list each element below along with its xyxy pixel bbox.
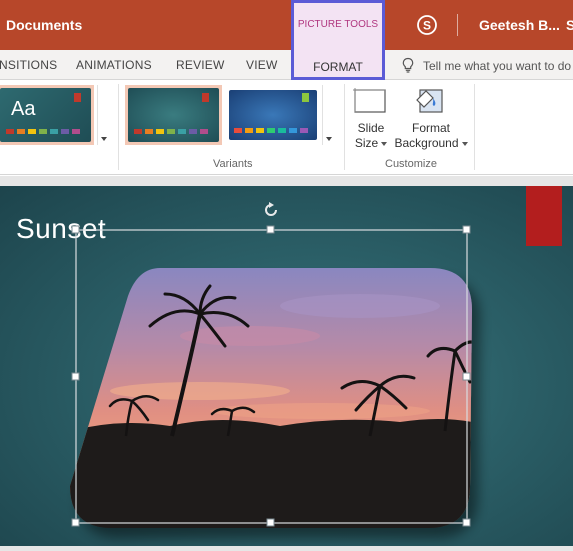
- svg-text:S: S: [423, 19, 431, 33]
- document-title: Documents: [6, 17, 83, 33]
- theme-thumbnail-selected[interactable]: Aa: [0, 85, 94, 145]
- chevron-down-icon: [381, 141, 388, 146]
- chevron-down-icon: [101, 137, 107, 141]
- variant-blue-swatches: [234, 128, 308, 133]
- tab-animations[interactable]: ANIMATIONS: [76, 58, 152, 72]
- ribbon-separator: [344, 84, 345, 170]
- chevron-down-icon: [461, 141, 468, 146]
- theme-color-swatches: [6, 129, 80, 134]
- variants-gallery-more[interactable]: [322, 85, 336, 145]
- slide-canvas[interactable]: Sunset: [0, 186, 573, 546]
- user-name[interactable]: Geetesh B...: [479, 17, 560, 33]
- chevron-down-icon: [326, 137, 332, 141]
- slide-size-button[interactable]: Slide Size: [352, 121, 390, 151]
- format-background-label-2: Background: [394, 136, 459, 150]
- theme-sample-text: Aa: [11, 98, 36, 120]
- tab-format[interactable]: FORMAT: [294, 60, 382, 74]
- ribbon-separator: [118, 84, 119, 170]
- picture-tools-format-tab[interactable]: PICTURE TOOLS FORMAT: [291, 0, 385, 80]
- format-background-icon: [416, 89, 443, 113]
- variants-group-label: Variants: [213, 158, 253, 170]
- tab-view[interactable]: VIEW: [246, 58, 277, 72]
- variant-color-swatches: [134, 129, 208, 134]
- variant-thumbnail-blue[interactable]: [229, 90, 317, 140]
- slide-size-label-2: Size: [354, 136, 379, 150]
- user-name-trailing[interactable]: S: [566, 17, 573, 33]
- themes-gallery-more[interactable]: [97, 85, 111, 145]
- customize-group-label: Customize: [385, 158, 437, 170]
- theme-accent-mark: [74, 93, 81, 102]
- tab-transitions[interactable]: NSITIONS: [0, 58, 57, 72]
- lightbulb-icon: [402, 57, 414, 73]
- format-background-label-1: Format: [411, 121, 450, 135]
- tell-me-search[interactable]: Tell me what you want to do: [423, 59, 571, 73]
- tab-review[interactable]: REVIEW: [176, 58, 225, 72]
- rotate-handle-icon[interactable]: [265, 202, 277, 216]
- slide-size-icon: [353, 88, 386, 113]
- skype-icon[interactable]: S: [416, 14, 438, 36]
- titlebar-divider: [457, 14, 458, 36]
- variant-accent-mark: [202, 93, 209, 102]
- ribbon-separator: [474, 84, 475, 170]
- picture-tools-header: PICTURE TOOLS: [297, 19, 379, 30]
- slide-size-label-1: Slide: [357, 121, 385, 135]
- format-background-button[interactable]: Format Background: [393, 121, 469, 151]
- sunset-picture[interactable]: [0, 186, 573, 546]
- variant-blue-accent-mark: [302, 93, 309, 102]
- variant-thumbnail-selected[interactable]: [125, 85, 222, 145]
